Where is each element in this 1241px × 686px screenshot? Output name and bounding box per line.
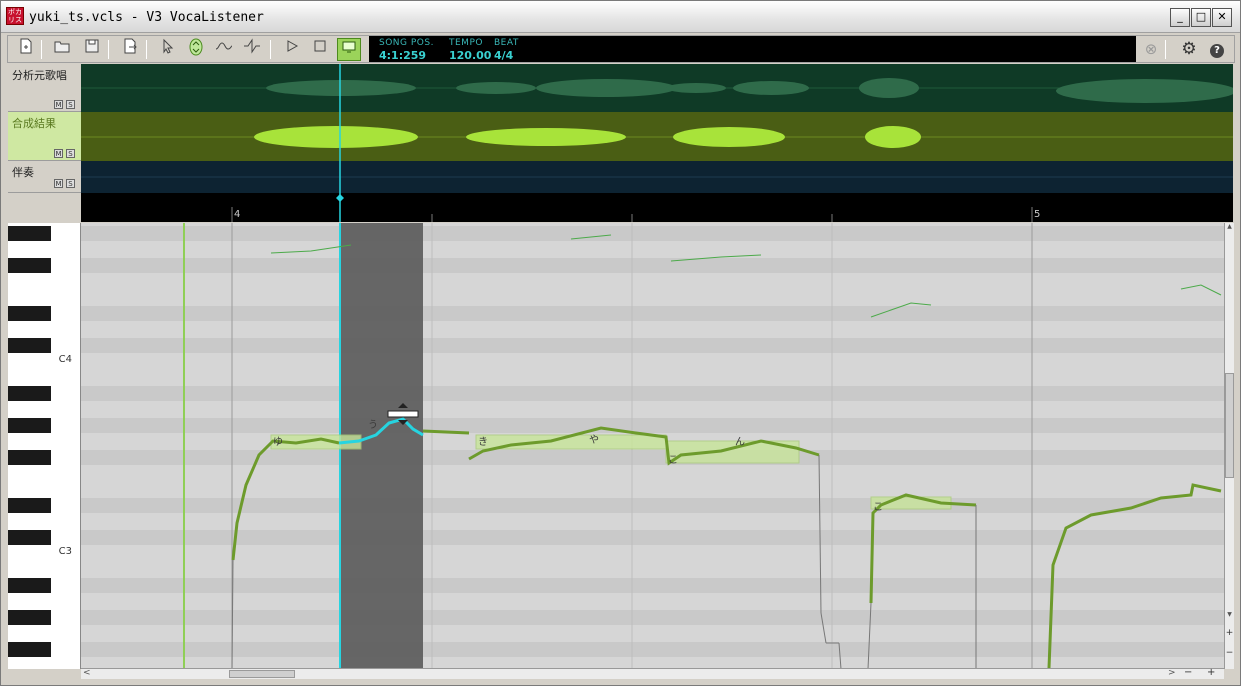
maximize-button[interactable]: □ (1191, 8, 1211, 27)
open-folder-icon[interactable] (50, 38, 74, 61)
toolbar: SONG POS. 4:1:259 TEMPO 120.00 BEAT 4/4 … (7, 35, 1235, 63)
play-icon[interactable] (280, 38, 304, 61)
vertical-scroll-thumb[interactable] (1225, 373, 1234, 478)
ruler-measure-4: 4 (234, 209, 240, 220)
lyric-ko: こ (668, 455, 678, 466)
track-header-source[interactable]: 分析元歌唱 M S (8, 64, 81, 112)
ruler-measure-5: 5 (1034, 209, 1040, 220)
key-label-c4: C4 (58, 354, 72, 365)
zoom-out-button[interactable]: − (1225, 647, 1234, 659)
gear-icon[interactable]: ⚙ (1177, 38, 1201, 61)
beat-label: BEAT (494, 38, 519, 48)
horizontal-scrollbar[interactable]: < > − + (81, 667, 1224, 679)
app-icon: ボカリス (6, 7, 24, 25)
beat-value[interactable]: 4/4 (494, 49, 513, 62)
monitor-icon[interactable] (337, 38, 361, 61)
app-window: ボカリス yuki_ts.vcls - V3 VocaListener _ □ … (0, 0, 1241, 686)
song-pos-label: SONG POS. (379, 38, 434, 48)
track-name-synth: 合成結果 (12, 117, 56, 130)
lyric-ko-2: こ (873, 502, 883, 513)
key-label-c3: C3 (58, 546, 72, 557)
title-bar: ボカリス yuki_ts.vcls - V3 VocaListener _ □ … (1, 1, 1240, 33)
track-header-accompaniment[interactable]: 伴奏 M S (8, 161, 81, 193)
dynamics-icon[interactable] (240, 38, 264, 61)
lyric-ya: や (589, 434, 599, 446)
lyric-n: ん (735, 436, 745, 448)
minimize-button[interactable]: _ (1170, 8, 1190, 27)
mute-button[interactable]: M (54, 179, 63, 188)
lyric-ki: き (478, 436, 488, 448)
track-headers: 分析元歌唱 M S 合成結果 M S 伴奏 M S (8, 64, 81, 222)
lyric-u: う (368, 419, 378, 431)
transport-info-panel: SONG POS. 4:1:259 TEMPO 120.00 BEAT 4/4 (369, 36, 1136, 62)
tempo-label: TEMPO (449, 38, 483, 48)
pointer-icon[interactable] (156, 38, 180, 61)
scroll-left-button[interactable]: < (83, 668, 91, 678)
track-header-synth[interactable]: 合成結果 M S (8, 112, 81, 161)
horizontal-scroll-thumb[interactable] (229, 670, 295, 678)
save-icon[interactable] (80, 38, 104, 61)
help-icon[interactable]: ? (1205, 38, 1229, 61)
window-title: yuki_ts.vcls - V3 VocaListener (29, 10, 264, 25)
song-pos-value: 4:1:259 (379, 49, 427, 62)
scroll-up-button[interactable]: ▲ (1225, 223, 1234, 233)
piano-keyboard: C4 C3 (8, 223, 81, 669)
stop-icon[interactable] (308, 38, 332, 61)
lyric-yu: ゆ (273, 436, 283, 448)
audio-tracks: 4 5 (81, 64, 1233, 222)
solo-button[interactable]: S (66, 100, 75, 109)
vertical-scrollbar[interactable]: ▲ ▼ + − (1224, 223, 1234, 669)
tempo-value[interactable]: 120.00 (449, 49, 491, 62)
mute-button[interactable]: M (54, 149, 63, 158)
h-zoom-out-button[interactable]: − (1184, 667, 1192, 678)
toolbar-right: ⊗ ⚙ ? (1135, 36, 1235, 62)
cancel-icon[interactable]: ⊗ (1139, 38, 1163, 61)
scroll-right-button[interactable]: > (1168, 668, 1176, 678)
scroll-down-button[interactable]: ▼ (1225, 611, 1234, 621)
track-name-source: 分析元歌唱 (12, 69, 67, 82)
close-button[interactable]: ✕ (1212, 8, 1232, 27)
piano-roll[interactable]: ゆ う き や こ ん こ (81, 223, 1224, 669)
h-zoom-in-button[interactable]: + (1207, 667, 1215, 678)
track-name-accompaniment: 伴奏 (12, 166, 34, 179)
pitch-curve-icon[interactable] (212, 38, 236, 61)
export-icon[interactable] (118, 38, 142, 61)
zoom-in-button[interactable]: + (1225, 627, 1234, 639)
pitch-adjust-icon[interactable] (184, 38, 208, 61)
solo-button[interactable]: S (66, 179, 75, 188)
new-file-icon[interactable] (14, 38, 38, 61)
mute-button[interactable]: M (54, 100, 63, 109)
solo-button[interactable]: S (66, 149, 75, 158)
